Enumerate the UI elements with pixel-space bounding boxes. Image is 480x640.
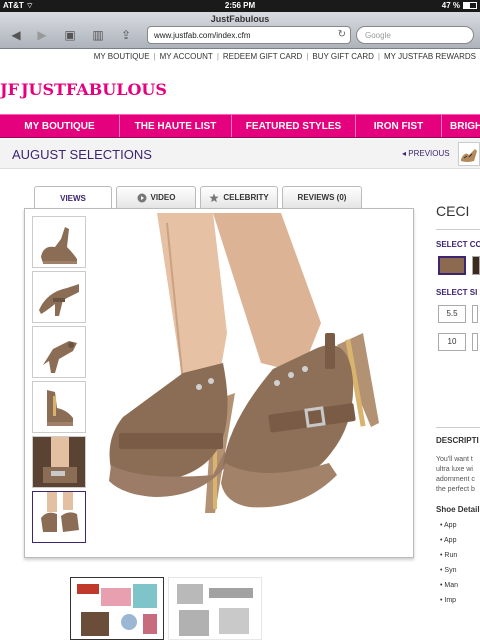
bookmarks-icon[interactable]: ▥	[90, 27, 106, 43]
link-my-account[interactable]: MY ACCOUNT	[160, 52, 213, 61]
outfit-thumbnail-1[interactable]	[70, 577, 164, 640]
thumbnail-strip	[32, 216, 88, 546]
select-color-label: SELECT CO	[436, 240, 480, 249]
star-icon	[209, 193, 219, 202]
page-title: JustFabulous	[210, 14, 270, 24]
nav-bright[interactable]: BRIGH	[442, 115, 480, 137]
site-logo[interactable]: JF JUSTFABULOUS	[0, 80, 167, 99]
outfit-thumbnail-2[interactable]	[168, 577, 262, 640]
address-bar[interactable]: www.justfab.com/index.cfm ↻	[147, 26, 351, 44]
browser-toolbar: JustFabulous ◀ ▶ ▣ ▥ ⇪ www.justfab.com/i…	[0, 12, 480, 49]
main-nav: MY BOUTIQUE THE HAUTE LIST FEATURED STYL…	[0, 114, 480, 138]
logo-wordmark: JUSTFABULOUS	[20, 80, 167, 99]
shoe-details-label: Shoe Detail	[436, 505, 480, 514]
thumbnail-3[interactable]	[32, 326, 86, 378]
link-rewards[interactable]: MY JUSTFAB REWARDS	[384, 52, 476, 61]
color-swatch-brown[interactable]	[472, 256, 480, 275]
thumbnail-6[interactable]	[32, 491, 86, 543]
product-gallery	[24, 208, 414, 558]
size-option[interactable]: 5.5	[438, 305, 466, 323]
product-details: CECI SELECT CO SELECT SI 5.5 10 DESCRIPT…	[436, 203, 480, 608]
nav-iron-fist[interactable]: IRON FIST	[356, 115, 442, 137]
clock: 2:56 PM	[224, 1, 256, 10]
status-bar: AT&T ⌔ 2:56 PM 47 %	[0, 0, 480, 12]
battery-icon	[463, 2, 477, 9]
size-option[interactable]: 10	[438, 333, 466, 351]
forward-icon[interactable]: ▶	[34, 27, 50, 43]
tab-video[interactable]: VIDEO	[116, 186, 196, 208]
battery-percent: 47 %	[441, 1, 460, 10]
nav-haute-list[interactable]: THE HAUTE LIST	[120, 115, 232, 137]
play-icon	[137, 193, 147, 202]
detail-item: • Syn	[440, 567, 457, 574]
color-swatch-taupe[interactable]	[438, 256, 466, 275]
description-label: DESCRIPTI	[436, 436, 479, 445]
nav-featured-styles[interactable]: FEATURED STYLES	[232, 115, 356, 137]
search-input[interactable]: Google	[356, 26, 474, 44]
description-line: the perfect b	[436, 486, 475, 493]
main-product-image[interactable]	[101, 213, 407, 553]
tab-celebrity[interactable]: CELEBRITY	[200, 186, 278, 208]
outfit-thumbnails	[70, 577, 262, 640]
link-my-boutique[interactable]: MY BOUTIQUE	[94, 52, 150, 61]
description-line: adornment c	[436, 476, 475, 483]
link-redeem-gift-card[interactable]: REDEEM GIFT CARD	[223, 52, 302, 61]
detail-item: • Man	[440, 582, 459, 589]
detail-item: • App	[440, 537, 457, 544]
product-tabs: VIEWS VIDEO CELEBRITY REVIEWS (0)	[34, 186, 362, 209]
tab-reviews[interactable]: REVIEWS (0)	[282, 186, 362, 208]
detail-item: • Imp	[440, 597, 457, 604]
nav-my-boutique[interactable]: MY BOUTIQUE	[0, 115, 120, 137]
description-line: You'll want t	[436, 456, 473, 463]
logo-mark: JF	[0, 80, 19, 99]
previous-product-thumbnail[interactable]	[458, 142, 480, 166]
thumbnail-4[interactable]	[32, 381, 86, 433]
detail-item: • App	[440, 522, 457, 529]
product-name: CECI	[436, 203, 470, 219]
description-line: ultra luxe wi	[436, 466, 473, 473]
selection-header: AUGUST SELECTIONS ◂ PREVIOUS	[0, 139, 480, 169]
thumbnail-2[interactable]	[32, 271, 86, 323]
link-buy-gift-card[interactable]: BUY GIFT CARD	[312, 52, 374, 61]
share-icon[interactable]: ⇪	[118, 27, 134, 43]
back-icon[interactable]: ◀	[8, 27, 24, 43]
thumbnail-1[interactable]	[32, 216, 86, 268]
size-option[interactable]	[472, 333, 478, 351]
previous-link[interactable]: ◂ PREVIOUS	[402, 149, 450, 158]
thumbnail-5[interactable]	[32, 436, 86, 488]
url-text: www.justfab.com/index.cfm	[154, 31, 251, 40]
selection-title: AUGUST SELECTIONS	[12, 147, 152, 162]
size-option[interactable]	[472, 305, 478, 323]
account-links: MY BOUTIQUE | MY ACCOUNT | REDEEM GIFT CAR…	[93, 52, 476, 61]
detail-item: • Run	[440, 552, 458, 559]
select-size-label: SELECT SI	[436, 288, 478, 297]
tab-views[interactable]: VIEWS	[34, 186, 112, 209]
reload-icon[interactable]: ↻	[338, 29, 346, 40]
tabs-icon[interactable]: ▣	[62, 27, 78, 43]
